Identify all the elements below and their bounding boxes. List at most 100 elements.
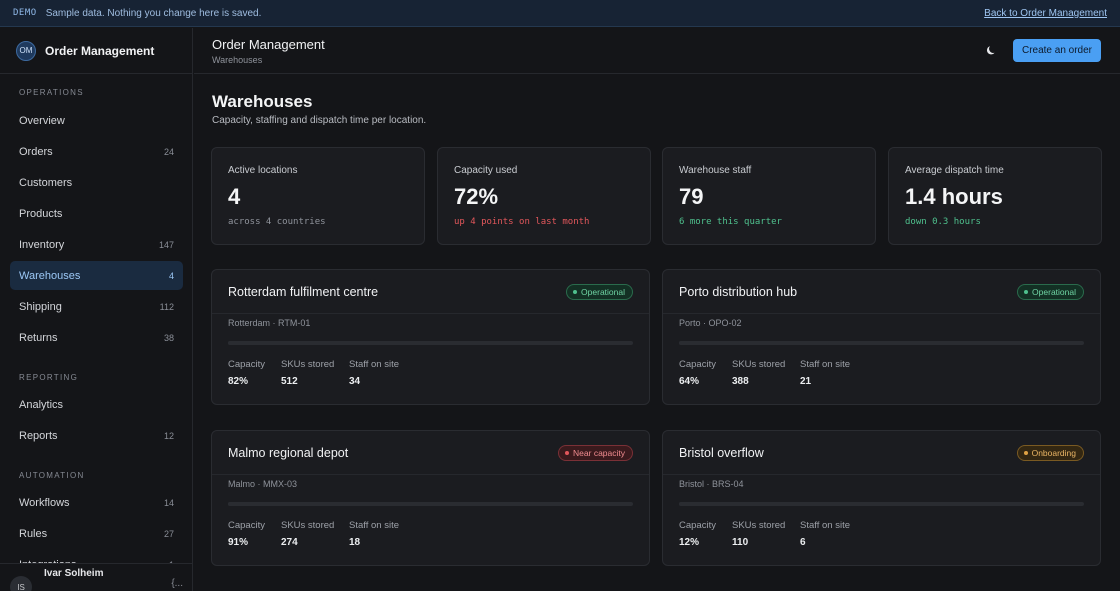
stat-card-active-locations: Active locations 4 across 4 countries [211, 147, 425, 245]
capacity-bar-fill [679, 341, 939, 345]
status-label: Near capacity [573, 448, 625, 458]
metric-value: 91% [228, 537, 249, 548]
stat-label: Capacity used [454, 165, 518, 176]
moon-icon[interactable] [985, 43, 999, 57]
sidebar-item-label: Workflows [19, 496, 70, 509]
metric-staff: Staff on site 18 [349, 520, 399, 548]
status-dot-icon [1023, 451, 1028, 455]
sidebar-item-label: Customers [19, 176, 73, 189]
demo-tag: DEMO [13, 8, 37, 18]
metric-label: SKUs stored [281, 359, 335, 370]
stat-card-warehouse-staff: Warehouse staff 79 6 more this quarter [662, 147, 876, 245]
metric-label: SKUs stored [281, 520, 335, 531]
sidebar-item-count: 4 [168, 270, 174, 281]
status-badge: Near capacity [558, 445, 633, 461]
back-link[interactable]: Back to Order Management [984, 8, 1107, 19]
sidebar-item-count: 24 [163, 146, 174, 157]
warehouse-name: Rotterdam fulfilment centre [228, 285, 379, 299]
sidebar-item-workflows[interactable]: Workflows 14 [10, 488, 183, 517]
sidebar-item-label: Overview [19, 114, 65, 127]
sidebar-item-label: Warehouses [19, 269, 81, 282]
capacity-bar [228, 502, 633, 506]
sidebar-item-count: 14 [163, 497, 174, 508]
warehouse-location: Malmo · MMX-03 [228, 479, 298, 489]
metric-skus: SKUs stored 388 [732, 359, 785, 387]
metric-label: Capacity [679, 359, 716, 370]
sidebar-item-products[interactable]: Products [10, 199, 183, 228]
user-menu-icon[interactable]: {... [171, 578, 183, 589]
user-profile[interactable]: IS Ivar Solheim {... [0, 563, 192, 591]
create-order-button[interactable]: Create an order [1013, 39, 1101, 62]
sidebar-item-count: 112 [159, 301, 174, 312]
stat-note: 6 more this quarter [679, 217, 782, 227]
metric-skus: SKUs stored 512 [281, 359, 334, 387]
metric-value: 512 [281, 376, 298, 387]
sidebar-item-customers[interactable]: Customers [10, 168, 183, 197]
capacity-bar [679, 341, 1084, 345]
top-header: Order Management Warehouses Create an or… [194, 28, 1120, 74]
capacity-bar-fill [679, 502, 728, 506]
sidebar-item-label: Orders [19, 145, 53, 158]
metric-capacity: Capacity 12% [679, 520, 716, 548]
metric-value: 64% [679, 376, 700, 387]
metric-staff: Staff on site 34 [349, 359, 399, 387]
sidebar-item-inventory[interactable]: Inventory 147 [10, 230, 183, 259]
warehouse-card-header: Porto distribution hub Operational [663, 270, 1100, 314]
warehouse-card[interactable]: Bristol overflow Onboarding Bristol · BR… [662, 430, 1101, 566]
status-badge: Onboarding [1016, 445, 1084, 461]
sidebar-item-label: Inventory [19, 238, 65, 251]
metric-value: 12% [679, 537, 700, 548]
sidebar-item-rules[interactable]: Rules 27 [10, 519, 183, 548]
stat-label: Active locations [228, 165, 298, 176]
metric-label: Staff on site [800, 520, 850, 531]
metric-value: 34 [349, 376, 361, 387]
warehouse-card[interactable]: Porto distribution hub Operational Porto… [662, 269, 1101, 405]
section-operations: OPERATIONS [19, 88, 84, 97]
metric-value: 6 [800, 537, 806, 548]
sidebar-item-returns[interactable]: Returns 38 [10, 323, 183, 352]
metric-skus: SKUs stored 110 [732, 520, 785, 548]
sidebar-item-label: Products [19, 207, 63, 220]
metric-value: 21 [800, 376, 812, 387]
page-title: Warehouses [212, 92, 313, 111]
warehouse-location: Rotterdam · RTM-01 [228, 318, 311, 328]
capacity-bar [228, 341, 633, 345]
status-dot-icon [573, 290, 578, 294]
metric-label: SKUs stored [732, 520, 786, 531]
stat-note: down 0.3 hours [905, 217, 981, 227]
breadcrumb: Warehouses [212, 55, 263, 65]
status-badge: Operational [1017, 284, 1084, 300]
page-subtitle: Capacity, staffing and dispatch time per… [212, 115, 427, 126]
brand-name: Order Management [45, 43, 155, 58]
app-title: Order Management [212, 37, 325, 52]
sidebar-item-count: 12 [163, 430, 174, 441]
sidebar-item-analytics[interactable]: Analytics [10, 390, 183, 419]
capacity-bar-fill [228, 502, 597, 506]
brand-logo: OM [16, 40, 36, 61]
stat-note: across 4 countries [228, 217, 326, 227]
sidebar-item-shipping[interactable]: Shipping 112 [10, 292, 183, 321]
warehouse-card[interactable]: Rotterdam fulfilment centre Operational … [211, 269, 650, 405]
metric-value: 82% [228, 376, 249, 387]
status-label: Operational [1032, 287, 1076, 297]
demo-banner: DEMO Sample data. Nothing you change her… [0, 0, 1120, 27]
metric-skus: SKUs stored 274 [281, 520, 334, 548]
metric-label: SKUs stored [732, 359, 786, 370]
avatar: IS [10, 576, 32, 591]
warehouse-card-header: Malmo regional depot Near capacity [212, 431, 649, 475]
warehouse-card-header: Rotterdam fulfilment centre Operational [212, 270, 649, 314]
metric-label: Capacity [228, 359, 265, 370]
sidebar-item-overview[interactable]: Overview [10, 106, 183, 135]
metric-capacity: Capacity 64% [679, 359, 716, 387]
metric-value: 388 [732, 376, 749, 387]
brand[interactable]: OM Order Management [0, 28, 192, 74]
sidebar-item-label: Returns [19, 331, 58, 344]
sidebar-item-reports[interactable]: Reports 12 [10, 421, 183, 450]
metric-value: 18 [349, 537, 361, 548]
metric-label: Capacity [679, 520, 716, 531]
sidebar-item-warehouses[interactable]: Warehouses 4 [10, 261, 183, 290]
sidebar-item-orders[interactable]: Orders 24 [10, 137, 183, 166]
metric-label: Capacity [228, 520, 265, 531]
warehouse-card[interactable]: Malmo regional depot Near capacity Malmo… [211, 430, 650, 566]
sidebar-item-count: 27 [163, 528, 174, 539]
